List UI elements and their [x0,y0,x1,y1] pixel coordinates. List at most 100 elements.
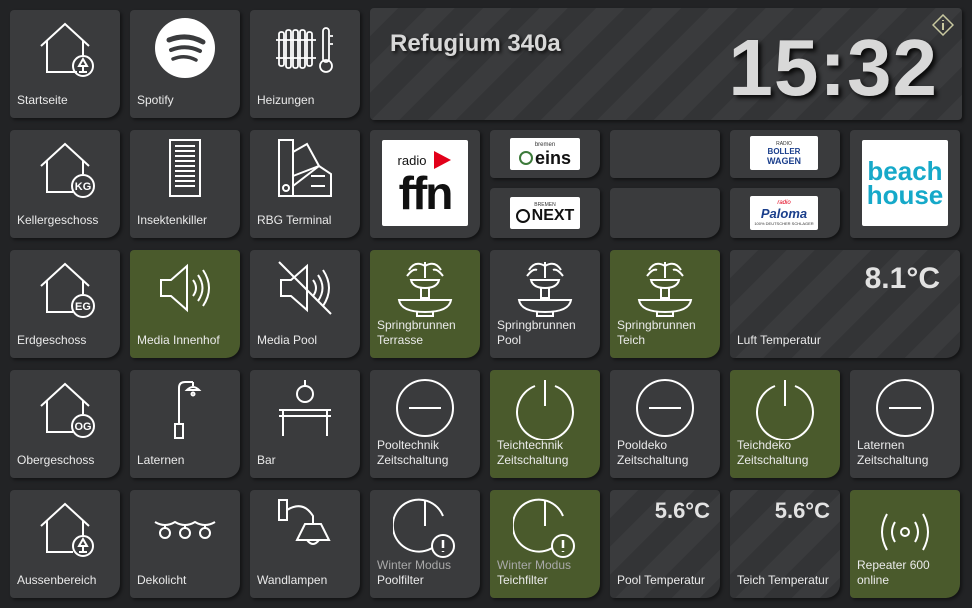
power-icon [753,376,817,442]
fountain-icon [393,256,457,320]
bremen-eins-main: eins [534,147,572,168]
tile-label: Kellergeschoss [17,213,99,227]
tile-luft-temperatur[interactable]: 8.1°C Luft Temperatur [730,250,960,358]
tile-label: Dekolicht [137,573,187,587]
tile-obergeschoss[interactable]: OG Obergeschoss [10,370,120,478]
paloma-logo: radio Paloma 100% DEUTSCHER SCHLAGER [750,196,818,230]
power-warning-icon [511,496,577,560]
label-line: Zeitschaltung [377,453,449,467]
label-line: Zeitschaltung [617,453,689,467]
tile-label: Spotify [137,93,174,107]
label-line: Zeitschaltung [497,453,569,467]
boller-wagen-logo: RADIO BOLLER WAGEN [750,136,818,170]
label-line: Poolfilter [377,573,424,587]
label-line: Terrasse [377,333,424,347]
tile-spotify[interactable]: Spotify [130,10,240,118]
svg-text:OG: OG [74,421,91,433]
table-lamp-icon [273,376,337,440]
radio-bremen-eins[interactable]: bremen eins [490,130,600,178]
tile-heizungen[interactable]: Heizungen [250,10,360,118]
tile-springbrunnen-terrasse[interactable]: Springbrunnen Terrasse [370,250,480,358]
tile-bar[interactable]: Bar [250,370,360,478]
tile-teichdeko[interactable]: Teichdeko Zeitschaltung [730,370,840,478]
minus-circle-icon [633,376,697,440]
tile-pool-temperatur[interactable]: 5.6°C Pool Temperatur [610,490,720,598]
tile-springbrunnen-teich[interactable]: Springbrunnen Teich [610,250,720,358]
radio-empty-2[interactable] [610,188,720,238]
tile-teich-temperatur[interactable]: 5.6°C Teich Temperatur [730,490,840,598]
label-line: Zeitschaltung [857,453,929,467]
label-line: Teich [617,333,646,347]
power-icon [513,376,577,442]
tile-teichtechnik[interactable]: Teichtechnik Zeitschaltung [490,370,600,478]
tile-label: Teichdeko Zeitschaltung [737,438,836,468]
bremen-next-mark-icon [515,209,530,223]
tile-label: Laternen Zeitschaltung [857,438,956,468]
tile-dekolicht[interactable]: Dekolicht [130,490,240,598]
tile-label: Bar [257,453,276,467]
boller-main-1: BOLLER [767,146,801,156]
tile-aussenbereich[interactable]: Aussenbereich [10,490,120,598]
house-tree-icon [33,496,97,560]
speaker-on-icon [153,256,217,320]
svg-text:KG: KG [75,181,92,193]
radio-beach-house[interactable]: beach house [850,130,960,238]
tile-wandlampen[interactable]: Wandlampen [250,490,360,598]
tile-label: Springbrunnen Terrasse [377,318,476,348]
tile-rbg-terminal[interactable]: RBG Terminal [250,130,360,238]
tile-startseite[interactable]: Startseite [10,10,120,118]
label-line: Winter Modus [497,558,572,572]
tile-label: Obergeschoss [17,453,95,467]
bremen-eins-mark-icon [518,150,533,165]
tile-winter-modus-teichfilter[interactable]: Winter Modus Teichfilter [490,490,600,598]
label-line: Pooltechnik [377,438,440,452]
radio-boller-wagen[interactable]: RADIO BOLLER WAGEN [730,130,840,178]
tile-laternen[interactable]: Laternen [130,370,240,478]
tile-media-pool[interactable]: Media Pool [250,250,360,358]
temperature-value: 5.6°C [774,498,830,523]
tile-springbrunnen-pool[interactable]: Springbrunnen Pool [490,250,600,358]
fountain-icon [513,256,577,320]
label-line: Springbrunnen [617,318,696,332]
ffn-logo: radio ffn [382,140,468,226]
tile-pooltechnik[interactable]: Pooltechnik Zeitschaltung [370,370,480,478]
tile-insektenkiller[interactable]: Insektenkiller [130,130,240,238]
label-line: Teichtechnik [497,438,564,452]
insect-killer-icon [153,136,217,200]
boller-main-2: WAGEN [766,155,801,166]
tile-label: Media Innenhof [137,333,220,347]
header-panel: Refugium 340a 15:32 [370,8,962,120]
label-line: Springbrunnen [377,318,456,332]
wall-lamp-icon [273,496,337,560]
tile-label: Pool Temperatur [617,573,705,587]
house-og-icon: OG [33,376,97,440]
tile-erdgeschoss[interactable]: EG Erdgeschoss [10,250,120,358]
label-line: Pool [497,333,522,347]
house-word: house [866,180,944,210]
temperature-value: 5.6°C [654,498,710,523]
radiator-thermometer-icon [273,16,337,80]
radio-ffn[interactable]: radio ffn [370,130,480,238]
tile-winter-modus-poolfilter[interactable]: Winter Modus Poolfilter [370,490,480,598]
radio-empty-1[interactable] [610,130,720,178]
temperature-value: 8.1°C [864,262,940,295]
tile-repeater[interactable]: Repeater 600 online [850,490,960,598]
tile-kellergeschoss[interactable]: KG Kellergeschoss [10,130,120,238]
page-title: Refugium 340a [390,30,561,57]
label-line: Springbrunnen [497,318,576,332]
label-line: Repeater 600 [857,558,930,572]
house-kg-icon: KG [33,136,97,200]
radio-bremen-next[interactable]: BREMEN NEXT [490,188,600,238]
tile-label: Springbrunnen Teich [617,318,716,348]
beach-house-logo: beach house [862,140,948,226]
tile-label: Repeater 600 online [857,558,956,588]
tile-media-innenhof[interactable]: Media Innenhof [130,250,240,358]
info-icon[interactable] [931,13,955,37]
radio-paloma[interactable]: radio Paloma 100% DEUTSCHER SCHLAGER [730,188,840,238]
tile-pooldeko[interactable]: Pooldeko Zeitschaltung [610,370,720,478]
label-line: Laternen [857,438,905,452]
tile-laternen-zeitschaltung[interactable]: Laternen Zeitschaltung [850,370,960,478]
street-lamp-icon [153,376,217,440]
tile-label: Media Pool [257,333,318,347]
tile-label: Pooltechnik Zeitschaltung [377,438,476,468]
